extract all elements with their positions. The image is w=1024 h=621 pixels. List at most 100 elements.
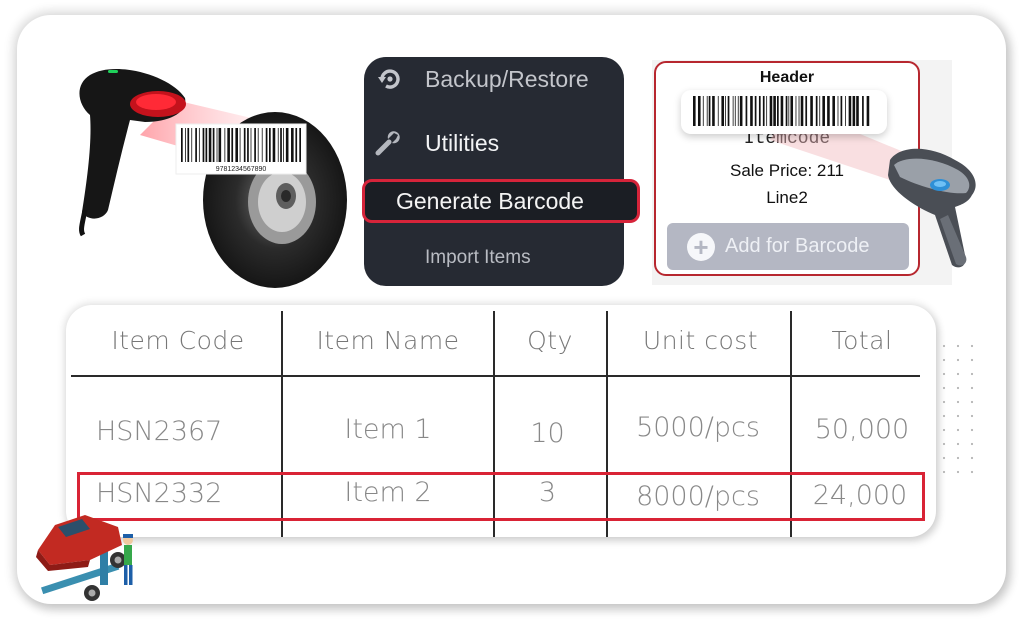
barcode-bar <box>218 128 222 162</box>
barcode-bar <box>254 128 256 162</box>
decorative-dot <box>956 400 960 404</box>
barcode-bar <box>725 96 726 126</box>
decorative-dot <box>956 344 960 348</box>
barcode-bar <box>202 128 205 162</box>
barcode-bar <box>706 96 708 126</box>
decorative-dot <box>956 456 960 460</box>
header-divider <box>71 375 920 377</box>
cell-qty: 10 <box>530 418 565 449</box>
barcode-bar <box>785 96 788 126</box>
barcode-bar <box>693 96 696 126</box>
label-barcode <box>693 96 870 126</box>
decorative-dot <box>970 344 974 348</box>
handheld-scanner-right-icon <box>888 148 976 268</box>
barcode-bar <box>216 128 218 162</box>
barcode-bar <box>265 128 268 162</box>
barcode-bar <box>291 128 294 162</box>
barcode-bar <box>795 96 797 126</box>
barcode-bar <box>283 128 284 162</box>
decorative-dot <box>970 470 974 474</box>
barcode-bar <box>856 96 859 126</box>
barcode-bar <box>798 96 800 126</box>
label-barcode-chip <box>681 90 887 134</box>
barcode-bar <box>277 128 279 162</box>
barcode-bar <box>788 96 790 126</box>
decorative-dot <box>970 456 974 460</box>
cell-total: 50,000 <box>814 414 910 445</box>
decorative-dot <box>942 414 946 418</box>
decorative-dot <box>942 428 946 432</box>
decorative-dot <box>970 358 974 362</box>
barcode-bar <box>697 96 701 126</box>
barcode-bar <box>708 96 711 126</box>
decorative-dot <box>956 372 960 376</box>
barcode-bar <box>827 96 830 126</box>
barcode-bar <box>227 128 230 162</box>
scanner-tire-svg: 9781234567890 <box>79 68 347 288</box>
menu-item-label: Generate Barcode <box>396 187 584 214</box>
barcode-bar <box>702 96 704 126</box>
decorative-dot <box>942 470 946 474</box>
barcode-bar <box>848 96 852 126</box>
barcode-bar <box>750 96 753 126</box>
barcode-bar <box>734 96 736 126</box>
restore-icon <box>376 65 404 93</box>
decorative-dot <box>970 414 974 418</box>
barcode-bar <box>187 128 190 162</box>
barcode-bar <box>762 96 765 126</box>
barcode-bar <box>712 96 715 126</box>
barcode-bar <box>185 128 186 162</box>
row-highlight-box <box>77 472 925 521</box>
add-for-barcode-button[interactable]: + Add for Barcode <box>667 223 909 270</box>
decorative-dot <box>956 358 960 362</box>
decorative-dot <box>942 442 946 446</box>
barcode-bar <box>235 128 239 162</box>
decorative-dot-grid <box>942 344 974 474</box>
barcode-bar <box>224 128 226 162</box>
scanner-tire-illustration: 9781234567890 <box>60 60 360 290</box>
decorative-dot <box>942 456 946 460</box>
menu-item-generate-barcode[interactable]: Generate Barcode <box>362 179 640 223</box>
barcode-bar <box>198 128 200 162</box>
barcode-bar <box>837 96 839 126</box>
tire-barcode-sticker: 9781234567890 <box>175 123 307 175</box>
barcode-bar <box>819 96 821 126</box>
column-header-unit-cost: Unit cost <box>642 326 759 355</box>
barcode-bar <box>766 96 768 126</box>
barcode-bar <box>299 128 301 162</box>
decorative-dot <box>942 386 946 390</box>
barcode-bar <box>243 128 246 162</box>
handheld-scanner-icon <box>79 68 186 237</box>
barcode-bar <box>191 128 193 162</box>
barcode-bar <box>727 96 730 126</box>
barcode-bar <box>815 96 818 126</box>
barcode-bar <box>257 128 259 162</box>
barcode-bar <box>250 128 252 162</box>
barcode-bar <box>840 96 843 126</box>
barcode-bar <box>208 128 212 162</box>
barcode-bar <box>737 96 739 126</box>
menu-item-backup-restore[interactable]: Backup/Restore <box>376 65 589 93</box>
decorative-dot <box>956 470 960 474</box>
barcode-bar <box>773 96 776 126</box>
decorative-dot <box>970 442 974 446</box>
barcode-bar <box>805 96 808 126</box>
barcode-bar <box>205 128 208 162</box>
decorative-dot <box>970 400 974 404</box>
menu-item-utilities[interactable]: Utilities <box>374 129 499 157</box>
decorative-dot <box>956 428 960 432</box>
cell-item-code: HSN2367 <box>96 416 223 447</box>
decorative-dot <box>970 372 974 376</box>
barcode-bar <box>810 96 813 126</box>
barcode-bar <box>758 96 761 126</box>
column-header-item-code: Item Code <box>111 326 245 355</box>
label-header: Header <box>759 69 815 86</box>
menu-item-import-items[interactable]: Import Items <box>425 247 531 269</box>
barcode-bar <box>295 128 298 162</box>
column-header-total: Total <box>831 326 893 355</box>
barcode-bar <box>777 96 779 126</box>
barcode-bar <box>780 96 784 126</box>
wrench-icon <box>374 129 402 157</box>
barcode-bar <box>285 128 289 162</box>
barcode-bar <box>769 96 773 126</box>
